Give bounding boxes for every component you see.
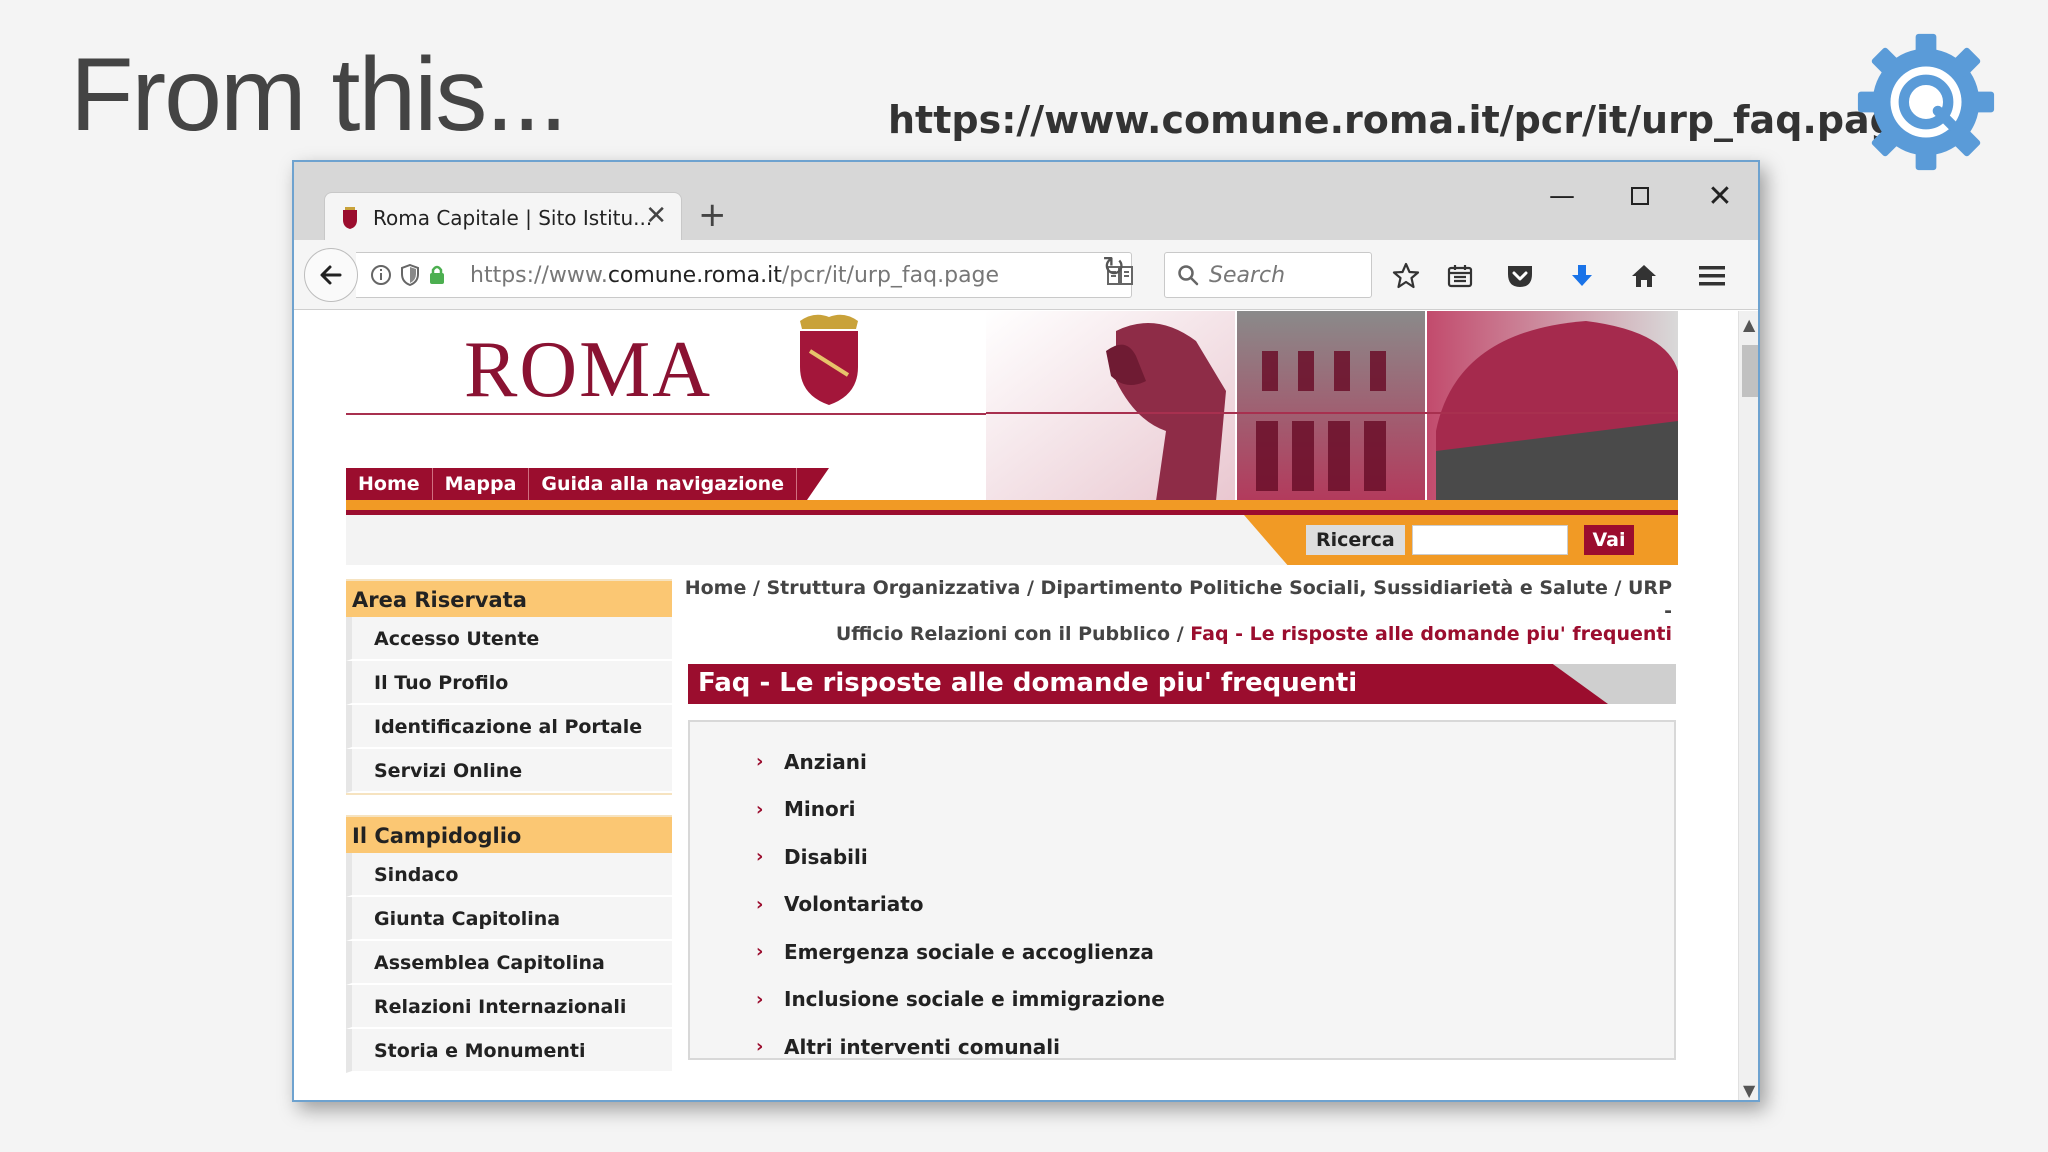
shield-icon[interactable]	[400, 264, 420, 286]
sidebar-item-assemblea[interactable]: Assemblea Capitolina	[346, 941, 672, 985]
list-item[interactable]: › Inclusione sociale e immigrazione	[690, 976, 1674, 1024]
scroll-up-icon[interactable]: ▲	[1743, 315, 1755, 334]
page-title: Faq - Le risposte alle domande piu' freq…	[698, 668, 1358, 698]
topnav-home[interactable]: Home	[346, 468, 433, 500]
faq-link[interactable]: Minori	[784, 797, 855, 821]
scroll-thumb[interactable]	[1742, 345, 1758, 397]
vai-button[interactable]: Vai	[1584, 525, 1634, 555]
sidebar-item-identificazione[interactable]: Identificazione al Portale	[346, 705, 672, 749]
sidebar-item-il-tuo-profilo[interactable]: Il Tuo Profilo	[346, 661, 672, 705]
pocket-icon[interactable]	[1504, 260, 1536, 292]
back-button[interactable]	[304, 248, 358, 302]
browser-tab[interactable]: Roma Capitale | Sito Istitu... ✕	[324, 192, 682, 242]
tab-strip: Roma Capitale | Sito Istitu... ✕ + — ✕	[294, 162, 1758, 242]
chevron-right-icon: ›	[756, 751, 764, 773]
sidebar-item-servizi-online[interactable]: Servizi Online	[346, 749, 672, 793]
sidebar-item-storia[interactable]: Storia e Monumenti	[346, 1029, 672, 1073]
scroll-down-icon[interactable]: ▼	[1743, 1081, 1755, 1100]
topnav-guida[interactable]: Guida alla navigazione	[529, 468, 798, 500]
breadcrumb: Home / Struttura Organizzativa / Diparti…	[682, 569, 1678, 646]
menu-hamburger-icon[interactable]	[1696, 260, 1728, 292]
orange-band	[346, 500, 1678, 510]
faq-link[interactable]: Altri interventi comunali	[784, 1035, 1060, 1059]
sidebar-group-area-riservata: Area Riservata Accesso Utente Il Tuo Pro…	[346, 579, 672, 793]
main-content: Home / Struttura Organizzativa / Diparti…	[682, 569, 1678, 1060]
faq-link[interactable]: Anziani	[784, 750, 867, 774]
search-bar[interactable]: Search	[1164, 252, 1372, 298]
rome-photo-collage	[986, 311, 1678, 501]
lock-icon[interactable]	[428, 264, 446, 286]
list-item[interactable]: › Minori	[690, 786, 1674, 834]
maximize-button[interactable]	[1620, 176, 1660, 216]
page-heading-bar: Faq - Le risposte alle domande piu' freq…	[688, 664, 1676, 704]
search-icon	[1178, 265, 1199, 286]
breadcrumb-urp-link[interactable]: Ufficio Relazioni con il Pubblico /	[836, 623, 1190, 645]
sidebar: Area Riservata Accesso Utente Il Tuo Pro…	[346, 579, 672, 1073]
download-icon[interactable]	[1566, 260, 1598, 292]
header-divider	[346, 413, 1046, 415]
search-placeholder: Search	[1209, 262, 1286, 288]
list-item[interactable]: › Volontariato	[690, 881, 1674, 929]
breadcrumb-line-2: Ufficio Relazioni con il Pubblico / Faq …	[682, 623, 1672, 646]
sidebar-heading: Area Riservata	[346, 579, 672, 617]
maximize-icon	[1631, 187, 1649, 205]
sidebar-item-accesso-utente[interactable]: Accesso Utente	[346, 617, 672, 661]
breadcrumb-line-1[interactable]: Home / Struttura Organizzativa / Diparti…	[682, 577, 1672, 623]
faq-link[interactable]: Emergenza sociale e accoglienza	[784, 940, 1154, 964]
info-icon[interactable]	[370, 264, 392, 286]
url-text[interactable]: https://www.comune.roma.it/pcr/it/urp_fa…	[470, 263, 999, 288]
navigation-toolbar: https://www.comune.roma.it/pcr/it/urp_fa…	[294, 240, 1758, 310]
top-navigation: Home Mappa Guida alla navigazione	[346, 468, 830, 500]
vertical-scrollbar[interactable]: ▲ ▼	[1738, 311, 1758, 1100]
chevron-right-icon: ›	[756, 846, 764, 868]
tab-title: Roma Capitale | Sito Istitu...	[373, 205, 653, 230]
ricerca-label: Ricerca	[1306, 525, 1405, 555]
new-tab-button[interactable]: +	[698, 198, 727, 232]
roma-crest-favicon-icon	[343, 206, 357, 229]
search-row: Ricerca Vai	[346, 515, 1678, 565]
sidebar-item-giunta[interactable]: Giunta Capitolina	[346, 897, 672, 941]
faq-link[interactable]: Inclusione sociale e immigrazione	[784, 987, 1165, 1011]
roma-logo[interactable]: ROMA	[464, 325, 712, 416]
address-bar[interactable]: https://www.comune.roma.it/pcr/it/urp_fa…	[356, 252, 1133, 298]
list-item[interactable]: › Emergenza sociale e accoglienza	[690, 928, 1674, 976]
slide-url: https://www.comune.roma.it/pcr/it/urp_fa…	[888, 98, 1923, 142]
bookmarks-library-icon[interactable]	[1444, 260, 1476, 292]
chevron-right-icon: ›	[756, 893, 764, 915]
chevron-right-icon: ›	[756, 988, 764, 1010]
site-info-icons[interactable]	[356, 264, 470, 286]
home-icon[interactable]	[1628, 260, 1660, 292]
ricerca-input[interactable]	[1412, 525, 1568, 555]
roma-site: ROMA Home Mappa Guida alla navigazione R…	[346, 311, 1678, 1100]
sidebar-item-sindaco[interactable]: Sindaco	[346, 853, 672, 897]
close-window-button[interactable]: ✕	[1700, 176, 1740, 216]
chevron-right-icon: ›	[756, 1036, 764, 1058]
faq-list: › Anziani › Minori › Disabili › Volontariato…	[688, 720, 1676, 1060]
sidebar-gap	[346, 793, 672, 815]
slide-title: From this...	[70, 37, 568, 153]
bookmark-star-icon[interactable]	[1390, 260, 1422, 292]
faq-link[interactable]: Disabili	[784, 845, 868, 869]
back-arrow-icon	[320, 265, 342, 285]
sidebar-heading: Il Campidoglio	[346, 815, 672, 853]
list-item[interactable]: › Disabili	[690, 833, 1674, 881]
chevron-right-icon: ›	[756, 798, 764, 820]
minimize-button[interactable]: —	[1542, 176, 1582, 216]
breadcrumb-current: Faq - Le risposte alle domande piu' freq…	[1190, 623, 1672, 645]
sidebar-group-campidoglio: Il Campidoglio Sindaco Giunta Capitolina…	[346, 815, 672, 1073]
site-header: ROMA Home Mappa Guida alla navigazione	[346, 311, 1678, 523]
chevron-right-icon: ›	[756, 941, 764, 963]
sidebar-item-relazioni[interactable]: Relazioni Internazionali	[346, 985, 672, 1029]
reload-icon[interactable]: ↻	[1102, 250, 1125, 283]
topnav-tail	[807, 468, 830, 500]
browser-window: Roma Capitale | Sito Istitu... ✕ + — ✕ h…	[292, 160, 1760, 1102]
gear-refresh-icon	[1857, 33, 1995, 171]
page-viewport: ROMA Home Mappa Guida alla navigazione R…	[294, 311, 1738, 1100]
topnav-mappa[interactable]: Mappa	[433, 468, 530, 500]
tab-close-icon[interactable]: ✕	[645, 203, 667, 229]
list-item[interactable]: › Altri interventi comunali	[690, 1023, 1674, 1071]
faq-link[interactable]: Volontariato	[784, 892, 924, 916]
list-item[interactable]: › Anziani	[690, 738, 1674, 786]
spqr-crest-icon	[800, 314, 858, 405]
